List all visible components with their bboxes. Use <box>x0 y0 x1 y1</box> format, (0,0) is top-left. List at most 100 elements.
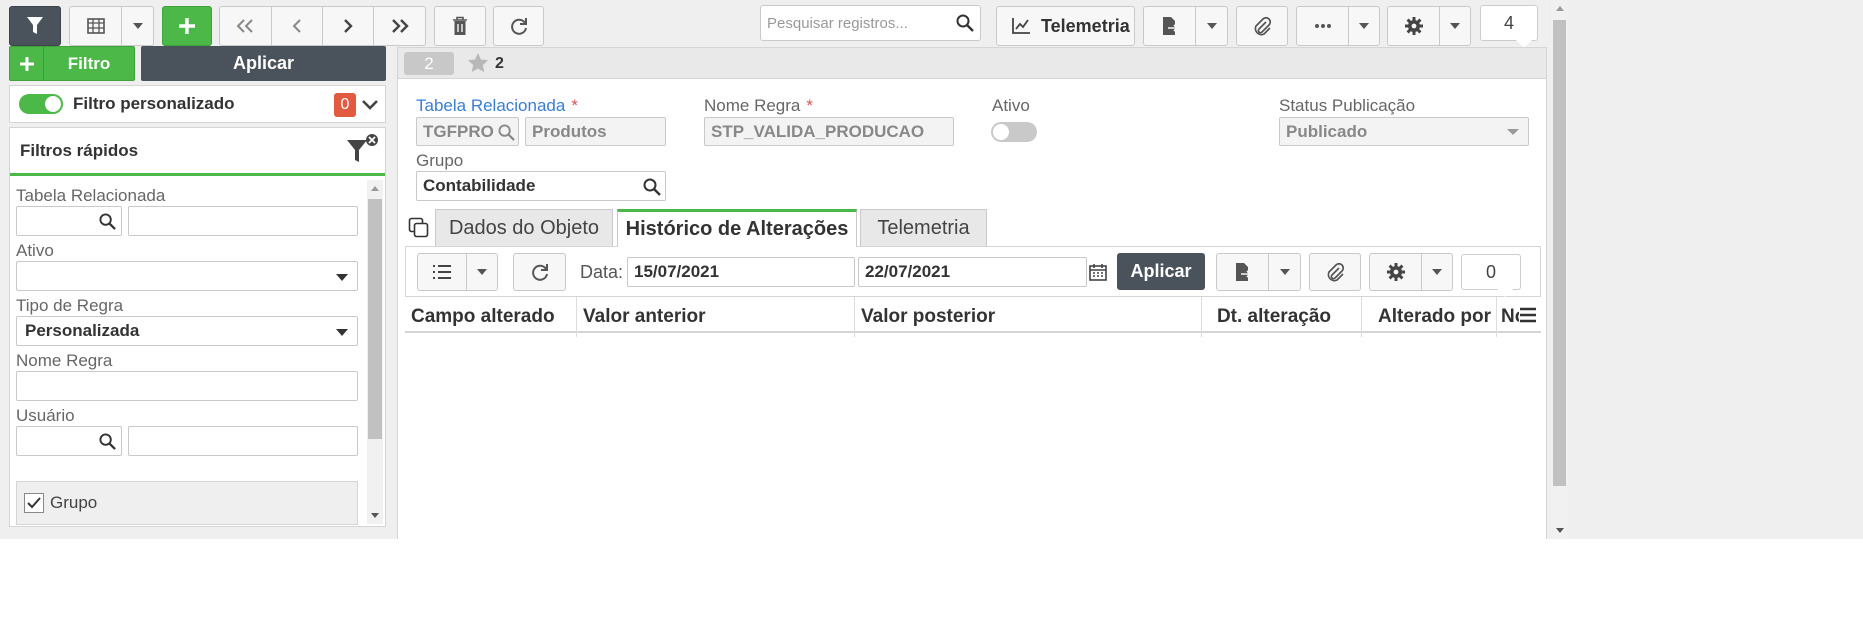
search-input[interactable]: Pesquisar registros... <box>760 5 981 41</box>
export-button[interactable] <box>1144 7 1197 45</box>
grupo-input[interactable]: Contabilidade <box>416 171 666 201</box>
attachment-button[interactable] <box>1236 6 1288 46</box>
first-record-button[interactable] <box>220 7 272 45</box>
custom-filter-label: Filtro personalizado <box>73 94 235 113</box>
col-valor-posterior[interactable]: Valor posterior <box>855 297 1202 337</box>
quick-filters-scrollbar[interactable] <box>367 180 383 524</box>
tabela-code-input[interactable]: TGFPRO <box>416 117 519 146</box>
more-button[interactable] <box>1297 7 1350 45</box>
date-to-value: 22/07/2021 <box>865 262 951 281</box>
col-dt-alteracao[interactable]: Dt. alteração <box>1202 297 1362 337</box>
qf-grupo-checkbox[interactable] <box>24 493 44 513</box>
record-badge-value: 2 <box>424 53 434 73</box>
history-settings-button[interactable] <box>1370 254 1423 290</box>
chevron-right-icon <box>344 19 353 33</box>
favorites-count: 2 <box>495 55 504 72</box>
qf-tabela-desc-input[interactable] <box>128 206 358 236</box>
chevron-down-icon <box>1450 23 1461 29</box>
search-icon[interactable] <box>956 14 974 32</box>
refresh-icon <box>531 264 548 281</box>
history-view-dropdown[interactable] <box>467 254 497 290</box>
qf-nome-input[interactable] <box>16 371 358 401</box>
trash-icon <box>453 16 467 35</box>
history-settings-dropdown[interactable] <box>1422 254 1452 290</box>
search-icon[interactable] <box>498 124 515 141</box>
search-icon[interactable] <box>99 213 116 230</box>
history-count-box: 0 <box>1461 254 1521 290</box>
history-refresh-button[interactable] <box>513 253 566 291</box>
qf-tipo-select[interactable]: Personalizada <box>16 316 358 346</box>
tabela-desc-input[interactable]: Produtos <box>525 117 666 146</box>
chevron-down-icon <box>336 329 348 336</box>
history-view-button[interactable] <box>418 254 468 290</box>
custom-filter-count-badge: 0 <box>334 93 356 117</box>
add-record-button[interactable] <box>162 6 212 46</box>
record-badge: 2 <box>404 52 454 75</box>
previous-record-button[interactable] <box>272 7 323 45</box>
export-dropdown[interactable] <box>1196 7 1227 45</box>
last-record-button[interactable] <box>374 7 425 45</box>
status-label: Status Publicação <box>1279 96 1416 115</box>
date-from-input[interactable]: 15/07/2021 <box>627 257 855 287</box>
col-campo-alterado[interactable]: Campo alterado <box>405 297 577 337</box>
date-to-input[interactable]: 22/07/2021 <box>858 257 1087 287</box>
nome-regra-value: STP_VALIDA_PRODUCAO <box>711 121 925 141</box>
next-record-button[interactable] <box>323 7 375 45</box>
qf-ativo-select[interactable] <box>16 261 358 291</box>
grupo-label: Grupo <box>416 151 464 170</box>
telemetria-button[interactable]: Telemetria <box>996 6 1135 46</box>
tabela-desc-value: Produtos <box>532 121 607 141</box>
search-icon[interactable] <box>99 433 116 450</box>
column-menu-icon[interactable] <box>1519 307 1537 323</box>
col-no[interactable]: No <box>1497 297 1519 337</box>
chevron-down-icon[interactable] <box>361 99 379 111</box>
page-bottom-area <box>0 539 1863 639</box>
add-filter-button[interactable]: Filtro <box>9 46 135 81</box>
tabela-label-text: Tabela Relacionada <box>416 96 566 115</box>
qf-usuario-code-input[interactable] <box>16 426 122 456</box>
col-valor-anterior[interactable]: Valor anterior <box>577 297 855 337</box>
history-count: 0 <box>1485 261 1496 282</box>
col-no-label: No <box>1501 306 1519 327</box>
star-icon[interactable] <box>467 52 489 73</box>
qf-ativo-label: Ativo <box>16 241 54 260</box>
tab-telemetria[interactable]: Telemetria <box>860 209 987 246</box>
tab-dados-objeto[interactable]: Dados do Objeto <box>435 209 613 246</box>
history-apply-button[interactable]: Aplicar <box>1117 253 1205 290</box>
plus-icon <box>19 56 34 71</box>
settings-button[interactable] <box>1388 7 1441 45</box>
refresh-icon <box>510 18 527 35</box>
ativo-toggle[interactable] <box>991 122 1037 142</box>
refresh-button[interactable] <box>493 6 544 46</box>
filter-toggle-button[interactable] <box>9 6 61 46</box>
qf-tabela-label: Tabela Relacionada <box>16 186 166 205</box>
history-attachment-button[interactable] <box>1309 253 1361 291</box>
status-select[interactable]: Publicado <box>1279 117 1529 146</box>
qf-usuario-desc-input[interactable] <box>128 426 358 456</box>
history-count-pointer <box>1497 289 1513 297</box>
grid-view-dropdown[interactable] <box>122 7 153 45</box>
nome-regra-input[interactable]: STP_VALIDA_PRODUCAO <box>704 117 954 146</box>
filter-settings-icon[interactable] <box>345 132 381 168</box>
settings-dropdown[interactable] <box>1440 7 1470 45</box>
col-valor-anterior-label: Valor anterior <box>583 306 706 327</box>
tab-historico-alteracoes[interactable]: Histórico de Alterações <box>617 209 857 247</box>
history-view-group <box>417 253 498 291</box>
more-group <box>1296 6 1380 46</box>
apply-filter-button[interactable]: Aplicar <box>141 46 386 81</box>
custom-filter-toggle[interactable] <box>19 94 63 114</box>
qf-tabela-code-input[interactable] <box>16 206 122 236</box>
delete-button[interactable] <box>434 6 486 46</box>
duplicate-icon[interactable] <box>408 217 430 239</box>
page-scrollbar[interactable] <box>1551 0 1568 539</box>
history-export-dropdown[interactable] <box>1269 254 1300 290</box>
search-icon[interactable] <box>643 178 661 196</box>
grid-view-button[interactable] <box>70 7 123 45</box>
history-export-button[interactable] <box>1217 254 1270 290</box>
calendar-icon[interactable] <box>1089 263 1107 281</box>
page-scrollbar-thumb[interactable] <box>1553 20 1566 486</box>
quick-filters-header: Filtros rápidos <box>10 128 385 176</box>
col-alterado-por[interactable]: Alterado por <box>1362 297 1497 337</box>
scrollbar-thumb[interactable] <box>368 199 382 439</box>
more-dropdown[interactable] <box>1349 7 1379 45</box>
